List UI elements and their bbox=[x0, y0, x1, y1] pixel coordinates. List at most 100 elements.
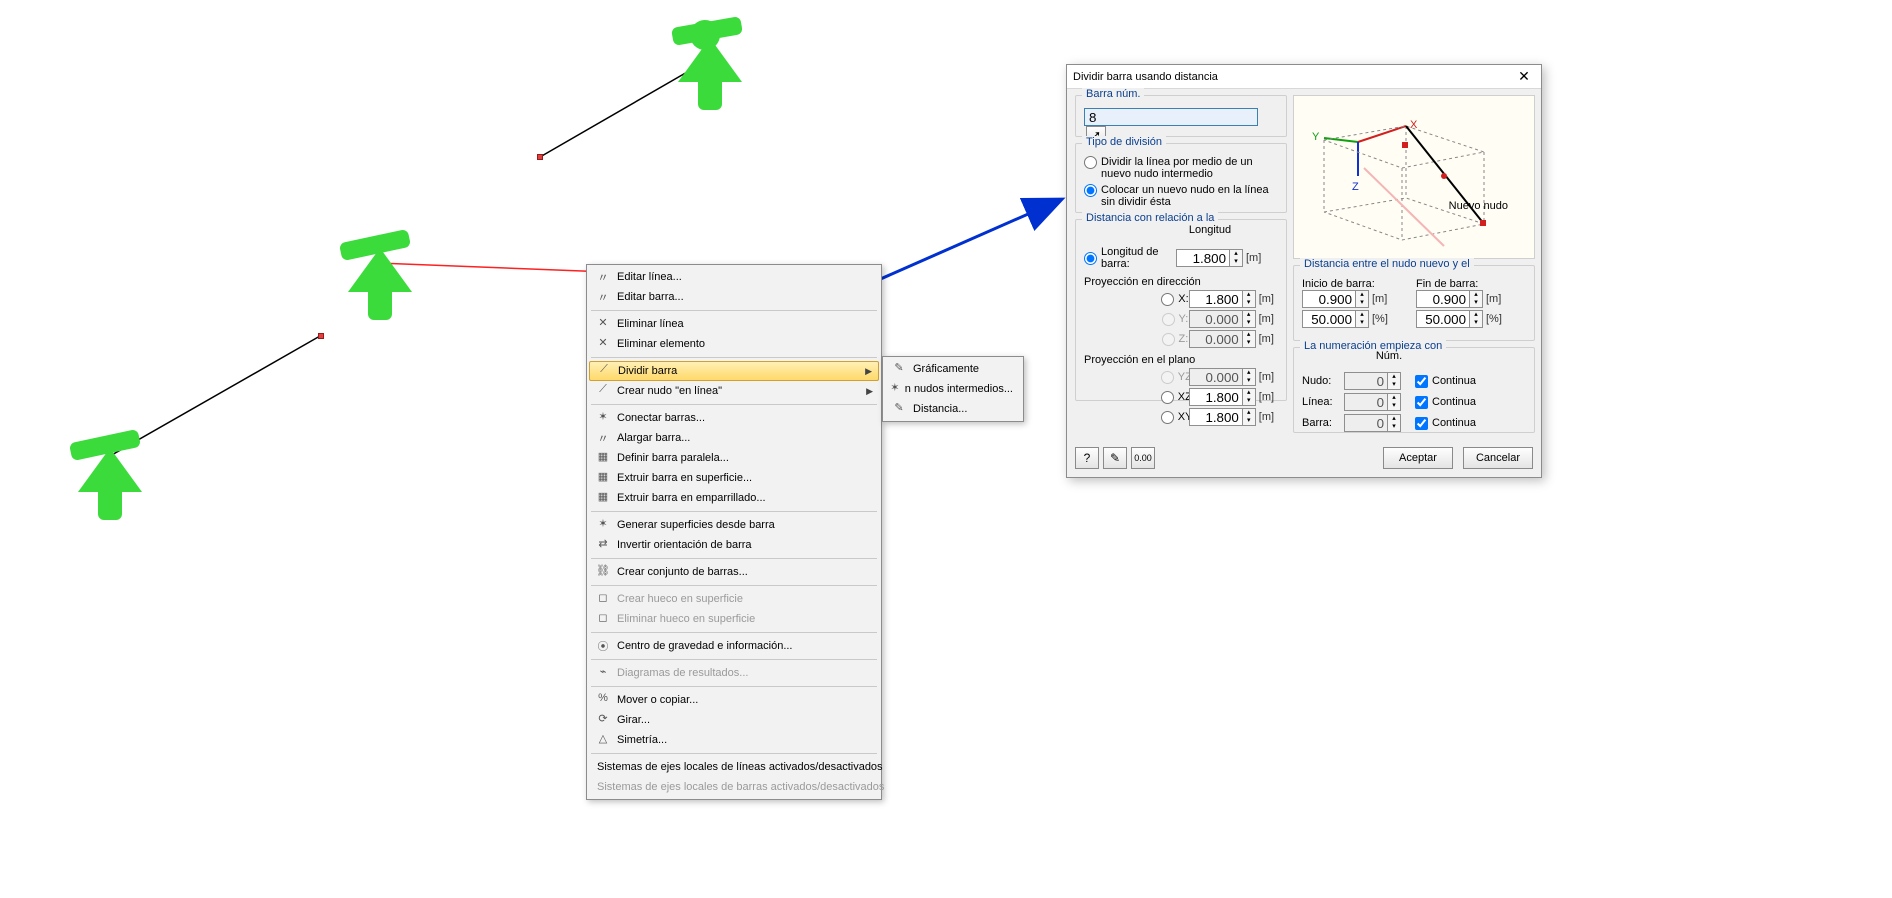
menu-item-25: ⌁Diagramas de resultados... bbox=[589, 663, 879, 683]
context-menu[interactable]: 〃Editar línea...〃Editar barra...✕Elimina… bbox=[586, 264, 882, 800]
preview-label: Nuevo nudo bbox=[1449, 200, 1508, 212]
menu-item-12[interactable]: ▦ Extruir barra en superficie... bbox=[589, 468, 879, 488]
menu-item-icon: ◻ bbox=[593, 591, 613, 607]
viewport-3d[interactable] bbox=[0, 0, 1892, 898]
axis-z-label: Z bbox=[1352, 181, 1359, 193]
radio-plano-xy[interactable]: XY: bbox=[1161, 411, 1189, 424]
submenu-item-0[interactable]: ✎Gráficamente bbox=[885, 359, 1021, 379]
chk-continua-linea[interactable]: Continua bbox=[1415, 396, 1476, 409]
menu-item-28[interactable]: ⟳Girar... bbox=[589, 710, 879, 730]
menu-item-icon: ✕ bbox=[593, 316, 613, 332]
menu-item-icon: ✶ bbox=[593, 410, 613, 426]
group-numeracion: La numeración empieza con Núm. Nudo: ▴▾ … bbox=[1293, 347, 1535, 433]
cancel-button[interactable]: Cancelar bbox=[1463, 447, 1533, 469]
submenu-item-label: n nudos intermedios... bbox=[905, 383, 1013, 395]
submenu-item-label: Gráficamente bbox=[913, 363, 979, 375]
spin-y: ▴▾ bbox=[1189, 310, 1256, 328]
menu-item-label: Eliminar elemento bbox=[617, 338, 705, 350]
ok-button[interactable]: Aceptar bbox=[1383, 447, 1453, 469]
menu-item-13[interactable]: ▦Extruir barra en emparrillado... bbox=[589, 488, 879, 508]
menu-item-23[interactable]: ⦿ Centro de gravedad e información... bbox=[589, 636, 879, 656]
radio-dividir-linea[interactable]: Dividir la línea por medio de un nuevo n… bbox=[1084, 156, 1278, 180]
group-distancia-relacion: Distancia con relación a la Longitud Lon… bbox=[1075, 219, 1287, 401]
menu-item-20: ◻ Crear hueco en superficie bbox=[589, 589, 879, 609]
menu-item-15[interactable]: ✶ Generar superficies desde barra bbox=[589, 515, 879, 535]
axis-y-label: Y bbox=[1312, 131, 1320, 143]
menu-separator bbox=[591, 310, 877, 311]
menu-item-label: Conectar barras... bbox=[617, 412, 705, 424]
menu-item-label: Crear nudo "en línea" bbox=[617, 385, 722, 397]
preview-3d: X Y Z Nuevo nudo bbox=[1293, 95, 1535, 259]
menu-item-3[interactable]: ✕Eliminar línea bbox=[589, 314, 879, 334]
menu-item-label: Definir barra paralela... bbox=[617, 452, 729, 464]
chevron-right-icon: ▶ bbox=[865, 366, 872, 377]
radio-dir-x[interactable]: X: bbox=[1161, 293, 1188, 306]
spin-fin-m[interactable]: ▴▾ bbox=[1416, 290, 1483, 308]
menu-item-icon: ⇄ bbox=[593, 537, 613, 553]
submenu-item-1[interactable]: ✶n nudos intermedios... bbox=[885, 379, 1021, 399]
menu-item-31[interactable]: Sistemas de ejes locales de líneas activ… bbox=[589, 757, 879, 777]
menu-separator bbox=[591, 558, 877, 559]
spin-z: ▴▾ bbox=[1189, 330, 1256, 348]
menu-item-icon: ⦿ bbox=[593, 638, 613, 654]
chk-continua-nudo[interactable]: Continua bbox=[1415, 375, 1476, 388]
radio-plano-yz[interactable]: YZ: bbox=[1161, 371, 1189, 384]
radio-dir-y[interactable]: Y: bbox=[1162, 313, 1189, 326]
axis-x-label: X bbox=[1410, 119, 1418, 131]
spin-num-barra[interactable]: ▴▾ bbox=[1344, 414, 1401, 432]
spin-num-nudo[interactable]: ▴▾ bbox=[1344, 372, 1401, 390]
radio-plano-xz[interactable]: XZ: bbox=[1161, 391, 1189, 404]
menu-item-9[interactable]: ✶ Conectar barras... bbox=[589, 408, 879, 428]
menu-item-32: Sistemas de ejes locales de barras activ… bbox=[589, 777, 879, 797]
menu-item-label: Invertir orientación de barra bbox=[617, 539, 752, 551]
close-icon[interactable]: ✕ bbox=[1513, 68, 1535, 86]
menu-item-icon: ▦ bbox=[593, 490, 613, 506]
menu-item-label: Generar superficies desde barra bbox=[617, 519, 775, 531]
menu-item-icon: ✕ bbox=[593, 336, 613, 352]
group-barra-num: Barra núm. ➚ bbox=[1075, 95, 1287, 137]
menu-item-icon: ✶ bbox=[593, 517, 613, 533]
radio-colocar-nudo[interactable]: Colocar un nuevo nudo en la línea sin di… bbox=[1084, 184, 1278, 208]
spin-num-linea[interactable]: ▴▾ bbox=[1344, 393, 1401, 411]
radio-dir-z[interactable]: Z: bbox=[1162, 333, 1189, 346]
menu-separator bbox=[591, 632, 877, 633]
menu-item-29[interactable]: △Simetría... bbox=[589, 730, 879, 750]
menu-separator bbox=[591, 585, 877, 586]
menu-item-label: Simetría... bbox=[617, 734, 667, 746]
menu-item-18[interactable]: ⛓Crear conjunto de barras... bbox=[589, 562, 879, 582]
menu-item-label: Mover o copiar... bbox=[617, 694, 698, 706]
menu-item-label: Extruir barra en superficie... bbox=[617, 472, 752, 484]
submenu-item-icon: ✎ bbox=[889, 401, 909, 417]
edit-icon[interactable]: ✎ bbox=[1103, 447, 1127, 469]
menu-item-1[interactable]: 〃Editar barra... bbox=[589, 287, 879, 307]
spin-inicio-pct[interactable]: ▴▾ bbox=[1302, 310, 1369, 328]
menu-item-27[interactable]: %Mover o copiar... bbox=[589, 690, 879, 710]
menu-item-icon: ⟳ bbox=[593, 712, 613, 728]
submenu-dividir-barra[interactable]: ✎Gráficamente✶n nudos intermedios... ✎ Dis… bbox=[882, 356, 1024, 422]
menu-item-6[interactable]: ⟋Dividir barra▶ bbox=[589, 361, 879, 381]
menu-item-16[interactable]: ⇄ Invertir orientación de barra bbox=[589, 535, 879, 555]
input-barra-num[interactable] bbox=[1084, 108, 1258, 126]
menu-item-icon: ⌁ bbox=[593, 665, 613, 681]
spin-longitud[interactable]: ▴▾ bbox=[1176, 249, 1243, 267]
spin-fin-pct[interactable]: ▴▾ bbox=[1416, 310, 1483, 328]
menu-item-4[interactable]: ✕ Eliminar elemento bbox=[589, 334, 879, 354]
menu-item-icon: ▦ bbox=[593, 470, 613, 486]
help-icon[interactable]: ? bbox=[1075, 447, 1099, 469]
menu-item-7[interactable]: ⟋Crear nudo "en línea"▶ bbox=[589, 381, 879, 401]
menu-item-label: Centro de gravedad e información... bbox=[617, 640, 793, 652]
submenu-item-label: Distancia... bbox=[913, 403, 967, 415]
menu-item-icon: ◻ bbox=[593, 611, 613, 627]
chk-continua-barra[interactable]: Continua bbox=[1415, 417, 1476, 430]
units-icon[interactable]: 0.00 bbox=[1131, 447, 1155, 469]
menu-item-icon: 〃 bbox=[593, 430, 613, 446]
spin-x[interactable]: ▴▾ bbox=[1189, 290, 1256, 308]
menu-item-0[interactable]: 〃Editar línea... bbox=[589, 267, 879, 287]
menu-item-11[interactable]: ▦Definir barra paralela... bbox=[589, 448, 879, 468]
menu-item-10[interactable]: 〃Alargar barra... bbox=[589, 428, 879, 448]
radio-longitud-barra[interactable]: Longitud de barra: bbox=[1084, 246, 1176, 270]
menu-item-label: Crear hueco en superficie bbox=[617, 593, 743, 605]
submenu-item-2[interactable]: ✎ Distancia... bbox=[885, 399, 1021, 419]
spin-inicio-m[interactable]: ▴▾ bbox=[1302, 290, 1369, 308]
menu-item-label: Eliminar hueco en superficie bbox=[617, 613, 755, 625]
